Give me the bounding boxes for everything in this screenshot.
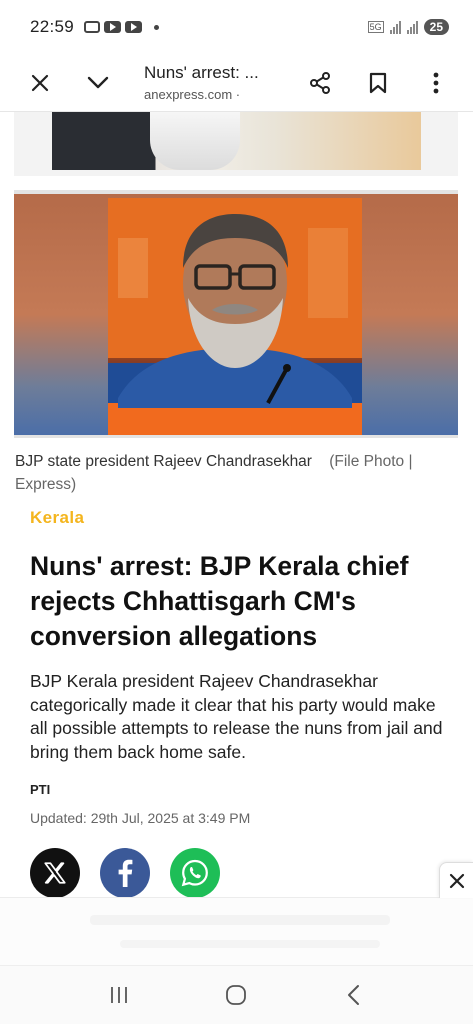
ad-banner[interactable] bbox=[0, 897, 473, 965]
system-navigation-bar bbox=[0, 965, 473, 1024]
battery-indicator: 25 bbox=[423, 19, 449, 35]
notification-icons bbox=[84, 21, 160, 33]
x-icon bbox=[44, 862, 66, 884]
article-headline: Nuns' arrest: BJP Kerala chief rejects C… bbox=[30, 551, 409, 651]
portrait-illustration bbox=[108, 198, 362, 435]
youtube-icon bbox=[104, 21, 122, 33]
back-button[interactable] bbox=[324, 973, 384, 1017]
article-hero-image[interactable] bbox=[14, 190, 458, 438]
signal-icon bbox=[406, 20, 418, 34]
share-icon bbox=[310, 71, 330, 94]
article-summary: BJP Kerala president Rajeev Chandrasekha… bbox=[30, 671, 443, 762]
share-button[interactable] bbox=[291, 59, 349, 107]
share-facebook-button[interactable] bbox=[100, 848, 150, 898]
close-icon bbox=[449, 873, 464, 888]
image-caption: BJP state president Rajeev Chandrasekhar… bbox=[15, 450, 459, 496]
browser-toolbar: Nuns' arrest: ... anexpress.com · bbox=[0, 54, 473, 112]
close-button[interactable] bbox=[20, 59, 60, 107]
page-url: anexpress.com · bbox=[144, 87, 241, 102]
youtube-icon bbox=[125, 21, 143, 33]
recent-apps-icon bbox=[110, 987, 127, 1003]
ad-close-button[interactable] bbox=[439, 862, 473, 898]
more-notifications-icon bbox=[154, 24, 160, 30]
home-button[interactable] bbox=[206, 973, 266, 1017]
share-x-button[interactable] bbox=[30, 848, 80, 898]
home-icon bbox=[226, 985, 247, 1005]
close-icon bbox=[31, 74, 49, 91]
page-info[interactable]: Nuns' arrest: ... anexpress.com · bbox=[126, 63, 291, 102]
page-title: Nuns' arrest: ... bbox=[144, 63, 259, 82]
previous-image-photo bbox=[52, 112, 421, 170]
hero-photo bbox=[108, 198, 362, 435]
article-author[interactable]: PTI bbox=[30, 782, 50, 797]
previous-article-image bbox=[14, 112, 458, 176]
whatsapp-icon bbox=[181, 859, 208, 887]
network-type: 5G bbox=[367, 21, 384, 33]
facebook-icon bbox=[118, 859, 133, 887]
bookmark-button[interactable] bbox=[349, 59, 407, 107]
share-whatsapp-button[interactable] bbox=[170, 848, 220, 898]
back-icon bbox=[348, 985, 360, 1005]
signal-icon bbox=[389, 20, 401, 34]
share-buttons bbox=[30, 848, 220, 898]
status-bar: 22:59 5G 25 bbox=[0, 0, 473, 54]
bookmark-icon bbox=[369, 72, 387, 93]
screenshot-icon bbox=[84, 21, 101, 33]
more-options-button[interactable] bbox=[407, 59, 465, 107]
article-updated-time: Updated: 29th Jul, 2025 at 3:49 PM bbox=[30, 810, 251, 826]
status-time: 22:59 bbox=[30, 17, 75, 36]
recent-apps-button[interactable] bbox=[89, 973, 149, 1017]
article-category[interactable]: Kerala bbox=[30, 508, 84, 528]
ad-placeholder-line bbox=[120, 940, 380, 948]
chevron-down-icon bbox=[87, 76, 109, 88]
caption-text: BJP state president Rajeev Chandrasekhar bbox=[15, 453, 312, 470]
minimize-button[interactable] bbox=[70, 59, 126, 107]
ad-placeholder-line bbox=[90, 915, 390, 925]
status-right: 5G 25 bbox=[367, 19, 449, 35]
more-vert-icon bbox=[433, 72, 439, 93]
